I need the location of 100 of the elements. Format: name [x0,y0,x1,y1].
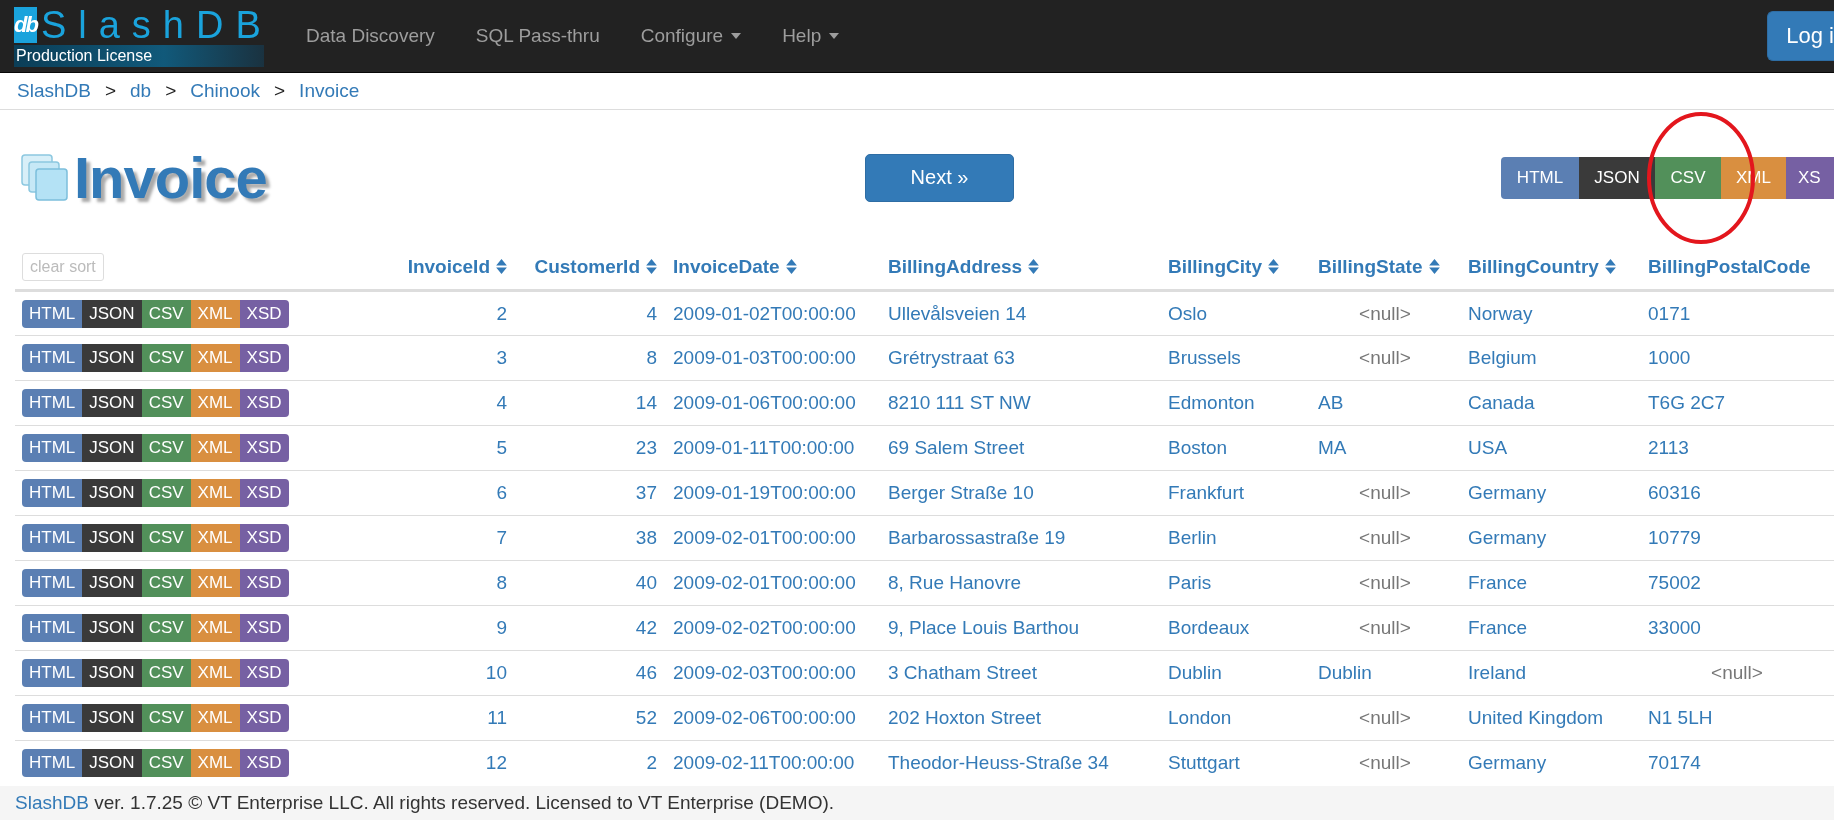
table-cell[interactable]: 14 [635,392,657,413]
table-cell[interactable]: 2 [646,752,657,774]
format-link[interactable]: XSD [239,614,289,642]
table-cell[interactable]: 3 Chatham Street [888,662,1037,683]
table-cell[interactable]: 2009-02-02T00:00:00 [673,617,856,638]
table-cell[interactable]: 37 [635,482,657,503]
table-cell[interactable]: Ireland [1468,662,1527,683]
sort-icon[interactable] [496,259,507,274]
table-cell[interactable]: 5 [496,437,507,458]
table-cell[interactable]: 202 Hoxton Street [888,707,1042,728]
format-link[interactable]: HTML [22,704,83,732]
table-cell[interactable]: 1000 [1648,347,1691,368]
table-cell[interactable]: 10 [485,662,507,683]
table-cell[interactable]: 2009-01-03T00:00:00 [673,347,856,368]
table-cell[interactable]: Berlin [1168,527,1217,548]
table-cell[interactable]: 12 [485,752,507,774]
format-link[interactable]: XSD [239,389,289,417]
table-cell[interactable]: 8, Rue Hanovre [888,572,1022,593]
table-cell[interactable]: Dublin [1168,662,1222,683]
table-cell[interactable]: 2113 [1648,437,1689,458]
table-cell[interactable]: 2009-02-03T00:00:00 [673,662,856,683]
format-link[interactable]: JSON [82,569,142,597]
table-cell[interactable]: 4 [496,392,507,413]
format-link[interactable]: CSV [141,614,191,642]
table-cell[interactable]: France [1468,617,1528,638]
table-cell[interactable]: Ullevålsveien 14 [888,302,1027,324]
table-cell[interactable]: Bordeaux [1168,617,1250,638]
table-cell[interactable]: 52 [635,707,657,728]
format-link[interactable]: XML [190,749,240,778]
column-header[interactable]: BillingCountry [1468,256,1599,277]
format-link[interactable]: XSD [239,344,289,372]
table-cell[interactable]: AB [1318,392,1344,413]
table-cell[interactable]: 38 [635,527,657,548]
table-cell[interactable]: Theodor-Heuss-Straße 34 [888,752,1109,774]
format-link[interactable]: HTML [22,569,83,597]
login-button[interactable]: Log i [1767,11,1834,61]
table-cell[interactable]: 8 [496,572,507,593]
table-cell[interactable]: 9, Place Louis Barthou [888,617,1080,638]
format-link[interactable]: XSD [239,659,289,687]
table-cell[interactable]: 2009-01-11T00:00:00 [673,437,855,458]
format-link[interactable]: JSON [82,434,142,462]
table-cell[interactable]: 2009-01-19T00:00:00 [673,482,856,503]
format-link[interactable]: HTML [22,434,83,462]
table-cell[interactable]: London [1168,707,1232,728]
table-cell[interactable]: Stuttgart [1168,752,1240,774]
format-link[interactable]: XS [1786,156,1834,199]
format-link[interactable]: JSON [82,614,142,642]
format-link[interactable]: XML [190,569,240,597]
table-cell[interactable]: Brussels [1168,347,1241,368]
table-cell[interactable]: 2 [496,302,507,324]
format-link[interactable]: XML [190,614,240,642]
format-link[interactable]: JSON [82,479,142,507]
format-link[interactable]: XML [190,389,240,417]
table-cell[interactable]: 6 [496,482,507,503]
format-link[interactable]: CSV [141,659,191,687]
table-cell[interactable]: Berger Straße 10 [888,482,1034,503]
table-cell[interactable]: 40 [635,572,657,593]
breadcrumb-link[interactable]: Chinook [190,80,260,102]
format-link[interactable]: HTML [22,344,83,372]
table-cell[interactable]: Germany [1468,527,1547,548]
table-cell[interactable]: 10779 [1648,527,1701,548]
format-link[interactable]: JSON [82,659,142,687]
sort-icon[interactable] [1267,259,1279,274]
table-cell[interactable]: 7 [496,527,507,548]
table-cell[interactable]: Norway [1468,302,1533,324]
format-link[interactable]: XML [190,524,240,552]
table-cell[interactable]: France [1468,572,1528,593]
table-cell[interactable]: Belgium [1468,347,1537,368]
table-cell[interactable]: Dublin [1318,662,1372,683]
table-cell[interactable]: United Kingdom [1468,707,1604,728]
column-header[interactable]: InvoiceId [407,256,490,277]
breadcrumb-link[interactable]: Invoice [299,80,360,102]
format-link[interactable]: HTML [1501,156,1579,199]
table-cell[interactable]: Canada [1468,392,1535,413]
next-button[interactable]: Next » [865,153,1014,202]
table-cell[interactable]: Germany [1468,752,1547,774]
table-cell[interactable]: 0171 [1648,302,1691,324]
sort-icon[interactable] [1028,259,1040,274]
table-cell[interactable]: 42 [635,617,657,638]
nav-link[interactable]: SQL Pass-thru [475,25,600,47]
table-cell[interactable]: Paris [1168,572,1212,593]
table-cell[interactable]: Germany [1468,482,1547,503]
format-link[interactable]: XSD [239,299,289,328]
sort-icon[interactable] [785,259,797,274]
format-link[interactable]: HTML [22,524,83,552]
table-cell[interactable]: 46 [635,662,657,683]
format-link[interactable]: XSD [239,569,289,597]
format-link[interactable]: XSD [239,434,289,462]
format-link[interactable]: JSON [82,524,142,552]
table-cell[interactable]: 11 [487,707,507,728]
sort-icon[interactable] [646,259,657,274]
table-cell[interactable]: Frankfurt [1168,482,1245,503]
format-link[interactable]: CSV [141,569,191,597]
format-link[interactable]: JSON [82,749,142,778]
table-cell[interactable]: Oslo [1168,302,1208,324]
table-cell[interactable]: 3 [496,347,507,368]
column-header[interactable]: BillingPostalCode [1648,256,1811,277]
format-link[interactable]: HTML [22,659,83,687]
format-link[interactable]: HTML [22,749,83,778]
format-link[interactable]: CSV [141,479,191,507]
